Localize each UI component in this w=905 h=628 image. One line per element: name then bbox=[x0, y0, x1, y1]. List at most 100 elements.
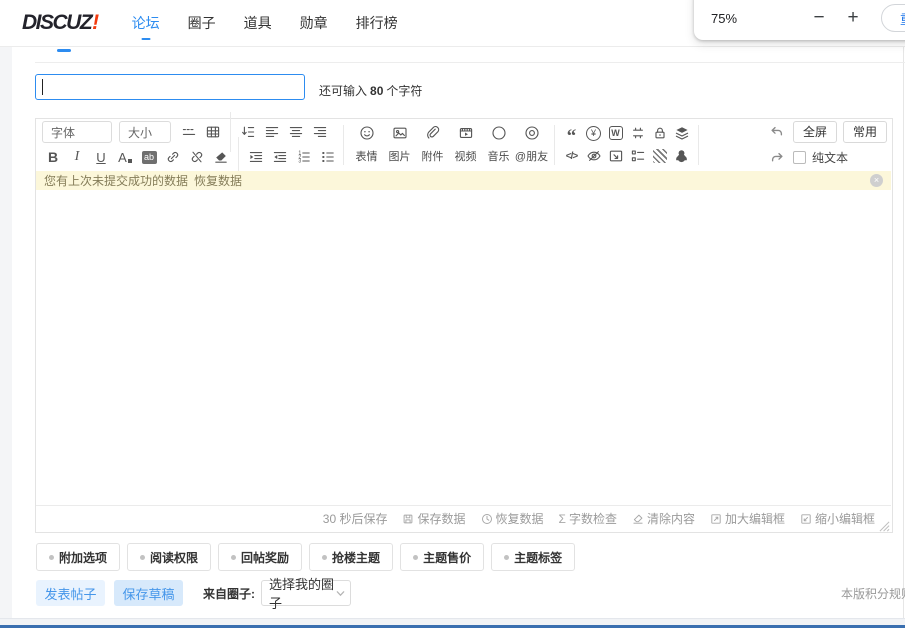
nav-item-props[interactable]: 道具 bbox=[230, 0, 286, 46]
bullet-icon bbox=[504, 555, 509, 560]
bold-button[interactable]: B bbox=[42, 146, 64, 168]
hide-content-icon[interactable] bbox=[583, 145, 604, 167]
resize-grip-icon[interactable] bbox=[879, 519, 890, 530]
lock-icon[interactable] bbox=[649, 122, 670, 144]
italic-button[interactable]: I bbox=[66, 146, 88, 168]
restore-data-button[interactable]: 恢复数据 bbox=[481, 510, 544, 527]
insert-group: “ ¥ W </> bbox=[559, 122, 694, 167]
floppy-icon bbox=[402, 513, 414, 525]
zoom-in-button[interactable]: + bbox=[841, 6, 865, 30]
image-button[interactable]: 图片 bbox=[383, 125, 416, 164]
active-tab-indicator bbox=[57, 49, 71, 52]
quote-icon[interactable]: “ bbox=[561, 122, 582, 144]
restore-data-link[interactable]: 恢复数据 bbox=[194, 172, 242, 189]
reward-yen-icon[interactable]: ¥ bbox=[583, 122, 604, 144]
mention-friend-button[interactable]: @朋友 bbox=[515, 125, 548, 164]
font-family-select[interactable]: 字体 bbox=[42, 121, 112, 143]
option-floor-grab[interactable]: 抢楼主题 bbox=[309, 543, 393, 571]
content-top-divider bbox=[35, 62, 905, 63]
fullscreen-button[interactable]: 全屏 bbox=[793, 121, 837, 143]
underline-button[interactable]: U bbox=[90, 146, 112, 168]
close-icon[interactable]: × bbox=[870, 174, 883, 187]
picture-icon bbox=[392, 125, 408, 146]
align-right-icon[interactable] bbox=[309, 121, 331, 143]
indent-increase-icon[interactable] bbox=[269, 146, 291, 168]
word-count-label: 字数检查 bbox=[569, 510, 617, 527]
nav-menu: 论坛 圈子 道具 勋章 排行榜 bbox=[118, 0, 412, 46]
font-size-select[interactable]: 大小 bbox=[119, 121, 171, 143]
qq-penguin-icon[interactable] bbox=[671, 145, 692, 167]
unordered-list-icon[interactable] bbox=[317, 146, 339, 168]
autosave-status: 30 秒后保存 bbox=[323, 510, 388, 527]
option-additional[interactable]: 附加选项 bbox=[36, 543, 120, 571]
sigma-icon: Σ bbox=[559, 512, 566, 526]
counter-suffix: 个字符 bbox=[386, 84, 422, 98]
align-left-icon[interactable] bbox=[261, 121, 283, 143]
option-topic-tags-label: 主题标签 bbox=[514, 549, 562, 566]
notice-text: 您有上次未提交成功的数据 bbox=[44, 172, 188, 189]
pattern-icon[interactable] bbox=[649, 145, 670, 167]
points-rules-link[interactable]: 本版积分规则 bbox=[841, 585, 905, 602]
indent-decrease-icon[interactable] bbox=[245, 146, 267, 168]
word-paste-icon[interactable]: W bbox=[605, 122, 626, 144]
plaintext-checkbox[interactable] bbox=[793, 151, 806, 164]
option-reply-reward-label: 回帖奖励 bbox=[241, 549, 289, 566]
clear-content-button[interactable]: 清除内容 bbox=[632, 510, 695, 527]
nav-item-circle[interactable]: 圈子 bbox=[174, 0, 230, 46]
shrink-icon bbox=[800, 513, 812, 525]
enlarge-editor-button[interactable]: 加大编辑框 bbox=[710, 510, 785, 527]
circle-select[interactable]: 选择我的圈子 bbox=[261, 580, 351, 606]
unlink-icon[interactable] bbox=[186, 146, 208, 168]
nav-item-medal[interactable]: 勋章 bbox=[286, 0, 342, 46]
video-button[interactable]: 视频 bbox=[449, 125, 482, 164]
submit-row: 发表帖子 保存草稿 来自圈子: 选择我的圈子 bbox=[36, 580, 351, 606]
horizontal-rule-icon[interactable] bbox=[178, 121, 200, 143]
format-group: 字体 大小 B I U A ab 123 bbox=[36, 121, 339, 168]
option-read-permission-label: 阅读权限 bbox=[150, 549, 198, 566]
stripes-glyph bbox=[653, 149, 667, 163]
discuz-logo[interactable]: DISCUZ! bbox=[22, 11, 98, 35]
highlight-badge: ab bbox=[142, 151, 157, 164]
nav-item-forum[interactable]: 论坛 bbox=[118, 0, 174, 46]
option-additional-label: 附加选项 bbox=[59, 549, 107, 566]
zoom-out-button[interactable]: − bbox=[807, 6, 831, 30]
sort-icon[interactable] bbox=[237, 121, 259, 143]
redo-icon[interactable] bbox=[767, 148, 787, 168]
word-count-button[interactable]: Σ字数检查 bbox=[559, 510, 617, 527]
emoticon-button[interactable]: 表情 bbox=[350, 125, 383, 164]
editor-content-area[interactable] bbox=[36, 190, 891, 505]
attachment-button[interactable]: 附件 bbox=[416, 125, 449, 164]
code-icon[interactable]: </> bbox=[561, 145, 582, 167]
screenshot-icon[interactable] bbox=[605, 145, 626, 167]
music-button[interactable]: 音乐 bbox=[482, 125, 515, 164]
common-button[interactable]: 常用 bbox=[843, 121, 887, 143]
eraser-icon[interactable] bbox=[210, 146, 232, 168]
highlight-button[interactable]: ab bbox=[138, 146, 160, 168]
shrink-editor-button[interactable]: 缩小编辑框 bbox=[800, 510, 875, 527]
zoom-reset-button[interactable]: 重置 bbox=[881, 4, 905, 32]
ordered-list-icon[interactable]: 123 bbox=[293, 146, 315, 168]
post-topic-button[interactable]: 发表帖子 bbox=[36, 580, 105, 606]
option-reply-reward[interactable]: 回帖奖励 bbox=[218, 543, 302, 571]
save-data-button[interactable]: 保存数据 bbox=[402, 510, 465, 527]
link-icon[interactable] bbox=[162, 146, 184, 168]
poll-icon[interactable] bbox=[627, 145, 648, 167]
save-draft-button[interactable]: 保存草稿 bbox=[114, 580, 183, 606]
option-topic-price[interactable]: 主题售价 bbox=[400, 543, 484, 571]
pagebreak-icon[interactable] bbox=[627, 122, 648, 144]
nav-item-ranking[interactable]: 排行榜 bbox=[342, 0, 412, 46]
smiley-icon bbox=[359, 125, 375, 146]
font-color-button[interactable]: A bbox=[114, 146, 136, 168]
option-read-permission[interactable]: 阅读权限 bbox=[127, 543, 211, 571]
layers-icon[interactable] bbox=[671, 122, 692, 144]
media-group: 表情 图片 附件 视频 音乐 @朋友 bbox=[348, 125, 550, 164]
post-title-input[interactable] bbox=[35, 74, 305, 100]
option-topic-price-label: 主题售价 bbox=[423, 549, 471, 566]
option-topic-tags[interactable]: 主题标签 bbox=[491, 543, 575, 571]
undo-icon[interactable] bbox=[767, 122, 787, 142]
table-icon[interactable] bbox=[202, 121, 224, 143]
align-center-icon[interactable] bbox=[285, 121, 307, 143]
word-glyph: W bbox=[609, 126, 623, 140]
bullet-icon bbox=[140, 555, 145, 560]
clock-icon bbox=[481, 513, 493, 525]
